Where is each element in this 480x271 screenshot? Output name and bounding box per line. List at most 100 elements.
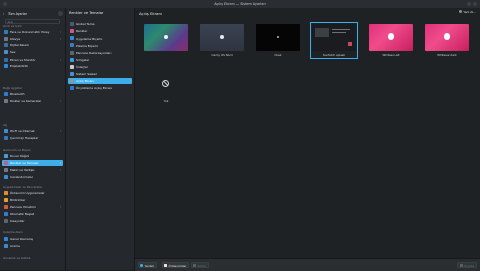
sidebar-item-icon <box>4 191 8 196</box>
reset-label: Sıfırla <box>197 264 206 268</box>
sidebar: ‹ Tüm Ayarlar Ara Girdi ve Çıktı Bağlı Ay… <box>0 8 66 270</box>
chevron-right-icon: › <box>59 37 61 42</box>
subpanel-item[interactable]: Global Tema <box>68 21 132 27</box>
subpanel-title: Renkler ve Temalar <box>69 11 104 15</box>
sidebar-item-label: Öntanımlı Uygulamalar <box>10 191 45 196</box>
menu-icon[interactable] <box>58 11 63 16</box>
subpanel-item-icon <box>70 50 74 55</box>
subpanel-item[interactable]: Simgeler <box>68 57 132 63</box>
preview-shape <box>348 42 352 46</box>
preview-shape <box>315 28 329 37</box>
sidebar-item[interactable]: Bluetooth <box>2 91 63 97</box>
subpanel-item[interactable]: Plasma Biçemi <box>68 42 132 48</box>
sidebar-item[interactable]: Kısayollar <box>2 218 63 224</box>
subpanel-item-icon <box>70 29 74 34</box>
theme-preview <box>200 24 244 51</box>
sidebar-item[interactable]: Renkler ve Temalar › <box>2 160 63 167</box>
sidebar-item-label: Pencere Yönetimi <box>10 205 36 210</box>
defaults-button[interactable]: Öntanımlılar <box>162 262 190 268</box>
get-new-button[interactable]: Yeni Al... <box>459 10 476 14</box>
sidebar-section-title: Bağlı Aygıtlar <box>3 86 23 90</box>
sidebar-item[interactable]: Canlandırmalar <box>2 174 63 180</box>
theme-preview <box>312 24 356 51</box>
subpanel-item-label: Simgeler <box>76 57 90 62</box>
sidebar-item-label: Renkler ve Temalar <box>10 161 39 166</box>
subpanel-item[interactable]: Pencere Dekorasyonları <box>68 49 132 55</box>
subpanel-item-icon <box>70 22 74 27</box>
theme-tile[interactable]: Dusk <box>256 24 300 57</box>
sidebar-item[interactable]: Diskler ve Kameralar › <box>2 98 63 104</box>
sidebar-item[interactable]: Çevrimiçi Hesaplar <box>2 135 63 141</box>
sidebar-item[interactable]: Duvar Kâğıdı <box>2 153 63 159</box>
sidebar-section-title: Çalışma Alanı <box>3 230 23 234</box>
sidebar-item-icon <box>4 99 8 104</box>
sidebar-item-icon <box>4 154 8 159</box>
sidebar-item[interactable]: Metin ve Yazıtipi › <box>2 167 63 173</box>
subpanel-item[interactable]: İmleçler <box>68 64 132 70</box>
download-icon <box>459 10 463 13</box>
minimize-icon[interactable] <box>467 1 471 6</box>
subpanel-item[interactable]: Sistem Sesleri <box>68 71 132 77</box>
subpanel-item-icon <box>70 43 74 48</box>
theme-tile[interactable] <box>144 24 188 57</box>
settings-window: Açılış Ekranı — Sistem Ayarları ‹ Tüm Ay… <box>0 0 480 271</box>
subpanel-item[interactable]: Renkler <box>68 28 132 34</box>
sidebar-item[interactable]: Wi-Fi ve İnternet › <box>2 128 63 134</box>
sidebar-item-icon <box>4 50 8 55</box>
sidebar-item-icon <box>4 168 8 173</box>
sidebar-item-icon <box>4 136 8 141</box>
subpanel-item-icon <box>70 71 74 76</box>
sidebar-item-icon <box>4 37 8 42</box>
defaults-label: Öntanımlılar <box>168 264 187 268</box>
sidebar-item[interactable]: Fare ve Dokunmatik Yüzey › <box>2 29 63 35</box>
sidebar-item[interactable]: Otomatik Başlat <box>2 211 63 217</box>
subpanel-item[interactable]: Önyükleme Açılış Ekranı <box>68 85 132 91</box>
defaults-icon <box>164 264 168 268</box>
preview-shape <box>277 36 279 38</box>
theme-preview <box>144 24 188 51</box>
sidebar-item[interactable]: Arama <box>2 243 63 249</box>
theme-tile[interactable]: Sunfetch splash <box>310 22 358 59</box>
reset-icon <box>193 264 197 268</box>
sidebar-item-icon <box>4 175 8 180</box>
help-label: Yardım <box>144 264 155 268</box>
sidebar-section-title: Ağ <box>3 123 7 127</box>
main-panel: Açılış Ekranı Yeni Al... Cachy OS Nord Du… <box>135 8 480 270</box>
all-settings-button[interactable]: ‹ Tüm Ayarlar <box>2 11 63 17</box>
theme-tile[interactable]: Whitesur-dark <box>425 24 469 57</box>
bottom-bar: Yardım Öntanımlılar Sıfırla Uygula <box>135 258 480 271</box>
sidebar-section-title: Görünüm ve Biçem <box>3 148 31 152</box>
preview-shape <box>332 29 350 31</box>
sidebar-item-label: Dijital Kalem <box>10 43 29 48</box>
subpanel-item-label: İmleçler <box>76 64 89 69</box>
subpanel-item[interactable]: Uygulama Biçemi <box>68 35 132 41</box>
sidebar-item[interactable]: Ses <box>2 49 63 55</box>
apply-button[interactable]: Uygula <box>457 262 477 268</box>
sidebar-item-label: Fare ve Dokunmatik Yüzey <box>10 30 50 35</box>
subpanel-item-label: Açılış Ekranı <box>76 79 95 84</box>
all-settings-label: Tüm Ayarlar <box>8 12 27 16</box>
subpanel-item-icon <box>70 36 74 41</box>
sidebar-item-icon <box>4 92 8 97</box>
close-icon[interactable] <box>473 1 477 6</box>
sidebar-item[interactable]: Bildirimler <box>2 197 63 203</box>
sidebar-item[interactable]: Dijital Kalem <box>2 42 63 48</box>
sidebar-item[interactable]: Erişilebilirlik <box>2 63 63 69</box>
sidebar-item[interactable]: Öntanımlı Uygulamalar <box>2 190 63 196</box>
sidebar-item-icon <box>4 212 8 217</box>
theme-tile[interactable]: Cachy OS Nord <box>200 24 244 57</box>
sidebar-item-icon <box>4 43 8 48</box>
sidebar-item-icon <box>4 237 8 242</box>
subpanel-item-icon <box>70 78 74 83</box>
help-button[interactable]: Yardım <box>138 262 158 268</box>
sidebar-item[interactable]: Pencere Yönetimi › <box>2 204 63 210</box>
theme-tile[interactable]: Whitesur-alt <box>369 24 413 57</box>
sidebar-item[interactable]: Genel Davranış <box>2 236 63 242</box>
subpanel-item-label: Önyükleme Açılış Ekranı <box>76 86 113 91</box>
sidebar-item-icon <box>4 198 8 203</box>
subpanel-item[interactable]: Açılış Ekranı <box>68 77 132 85</box>
reset-button[interactable]: Sıfırla <box>191 262 209 268</box>
subpanel-item-label: Plasma Biçemi <box>76 43 98 48</box>
theme-tile[interactable]: Yok <box>144 70 188 103</box>
sidebar-item-label: Arama <box>10 244 20 249</box>
